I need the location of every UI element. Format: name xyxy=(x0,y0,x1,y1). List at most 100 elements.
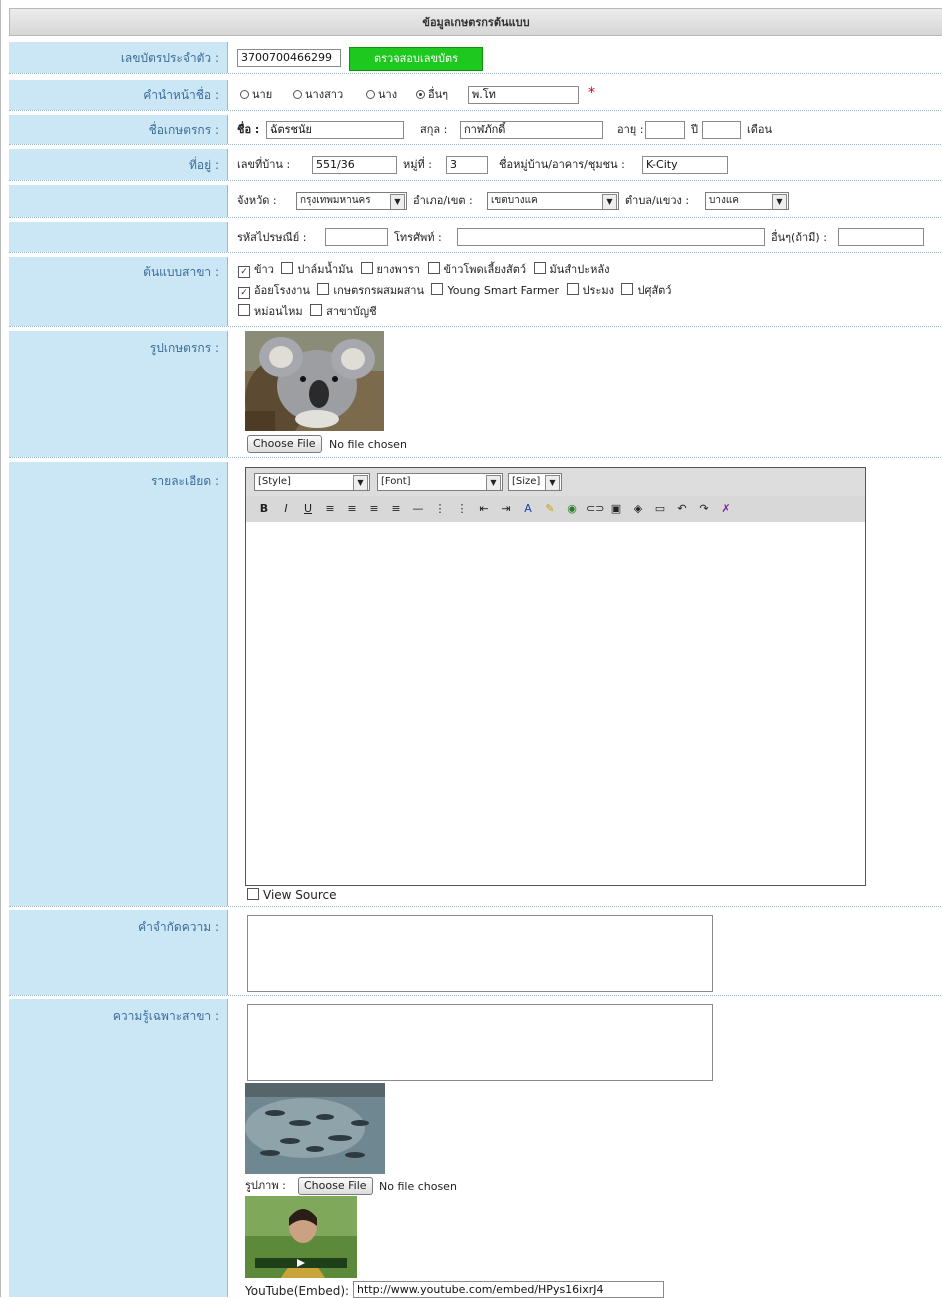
prefix-option-label: นางสาว xyxy=(305,88,344,101)
ordered-list-icon[interactable]: ⋮ xyxy=(432,501,448,517)
check-id-button[interactable]: ตรวจสอบเลขบัตร xyxy=(349,47,483,71)
checkbox-icon xyxy=(360,262,373,274)
italic-icon[interactable]: I xyxy=(278,501,294,517)
province-select[interactable]: กรุงเทพมหานคร ▼ xyxy=(296,192,407,210)
indent-icon[interactable]: ⇥ xyxy=(498,501,514,517)
outdent-icon[interactable]: ⇤ xyxy=(476,501,492,517)
detail-label: รายละเอียด : xyxy=(9,462,227,906)
id-card-row: เลขบัตรประจำตัว : 3700700466299 ตรวจสอบเ… xyxy=(9,42,942,74)
branch-option-label: หม่อนไหม xyxy=(254,305,303,318)
prefix-other-input[interactable]: พ.โท xyxy=(468,86,579,104)
prefix-option-mrs[interactable]: นาง xyxy=(366,88,397,102)
checkbox-icon xyxy=(281,262,294,274)
checkbox-icon xyxy=(247,888,259,900)
branch-option-rice[interactable]: ✓ ข้าว xyxy=(238,263,274,278)
knowledge-textarea[interactable] xyxy=(247,1004,713,1081)
prefix-option-miss[interactable]: นางสาว xyxy=(293,88,343,102)
first-name-input[interactable]: ฉัตรชนัย xyxy=(266,121,404,139)
align-justify-icon[interactable]: ≡ xyxy=(388,501,404,517)
checkbox-checked-icon: ✓ xyxy=(238,266,250,278)
years-label: ปี xyxy=(691,123,698,136)
remove-format-icon[interactable]: ✗ xyxy=(718,501,734,517)
checkbox-icon xyxy=(533,262,546,274)
prefix-option-label: อื่นๆ xyxy=(428,88,449,101)
branch-option-sugarcane[interactable]: ✓ อ้อยโรงงาน xyxy=(238,284,310,299)
editor-content-area[interactable] xyxy=(246,522,865,885)
tagline-textarea[interactable] xyxy=(247,915,713,992)
age-years-input[interactable] xyxy=(645,121,685,139)
web-icon[interactable]: ◉ xyxy=(564,501,580,517)
branch-option-accounting[interactable]: สาขาบัญชี xyxy=(310,304,377,318)
box-icon[interactable]: ▭ xyxy=(652,501,668,517)
undo-icon[interactable]: ↶ xyxy=(674,501,690,517)
photo-row: รูปเกษตรกร : Choose File No file chosen xyxy=(9,331,942,458)
subdistrict-select[interactable]: บางแค ▼ xyxy=(705,192,789,210)
photo-label: รูปเกษตรกร : xyxy=(9,331,227,457)
knowledge-image-fish xyxy=(245,1083,385,1174)
phone-input[interactable] xyxy=(457,228,765,246)
branch-option-livestock[interactable]: ปศุสัตว์ xyxy=(621,283,671,297)
house-no-input[interactable]: 551/36 xyxy=(312,156,397,174)
size-select[interactable]: [Size] ▼ xyxy=(508,473,562,491)
knowledge-file-status: No file chosen xyxy=(379,1180,457,1193)
address-region-label-cell xyxy=(9,185,227,217)
editor-toolbar-buttons: B I U ≡ ≡ ≡ ≡ — ⋮ ⋮ ⇤ ⇥ A ✎ ◉ ⊂⊃ ▣ ◈ ▭ ↶ ↷ ✗ xyxy=(246,496,865,523)
photo-choose-file-button[interactable]: Choose File xyxy=(247,435,322,453)
branch-option-mixed[interactable]: เกษตรกรผสมผสาน xyxy=(317,283,424,297)
unordered-list-icon[interactable]: ⋮ xyxy=(454,501,470,517)
branch-option-label: ประมง xyxy=(582,284,614,297)
branch-option-fishery[interactable]: ประมง xyxy=(566,283,614,297)
postal-input[interactable] xyxy=(325,228,388,246)
branch-option-label: ข้าว xyxy=(254,263,274,276)
subdistrict-label: ตำบล/แขวง : xyxy=(625,194,690,207)
underline-icon[interactable]: U xyxy=(300,501,316,517)
font-select[interactable]: [Font] ▼ xyxy=(377,473,503,491)
prefix-option-other[interactable]: อื่นๆ xyxy=(416,88,448,102)
redo-icon[interactable]: ↷ xyxy=(696,501,712,517)
address-region-row: จังหวัด : กรุงเทพมหานคร ▼ อำเภอ/เขต : เขต… xyxy=(9,185,942,218)
branch-option-rubber[interactable]: ยางพารา xyxy=(360,262,421,276)
branch-option-silk[interactable]: หม่อนไหม xyxy=(238,304,303,318)
branch-option-cassava[interactable]: มันสำปะหลัง xyxy=(533,262,609,276)
table-icon[interactable]: ◈ xyxy=(630,501,646,517)
branch-option-corn[interactable]: ข้าวโพดเลี้ยงสัตว์ xyxy=(427,262,526,276)
id-card-input[interactable]: 3700700466299 xyxy=(237,49,341,67)
branch-option-palm[interactable]: ปาล์มน้ำมัน xyxy=(281,262,353,276)
chevron-down-icon: ▼ xyxy=(545,475,560,490)
months-label: เดือน xyxy=(747,123,773,136)
village-input[interactable]: K-City xyxy=(642,156,728,174)
first-name-label: ชื่อ : xyxy=(237,123,260,136)
last-name-input[interactable]: กาฬภักดิ์ xyxy=(460,121,603,139)
other-contact-input[interactable] xyxy=(838,228,924,246)
farmer-name-label: ชื่อเกษตรกร : xyxy=(9,115,227,144)
horizontal-rule-icon[interactable]: — xyxy=(410,501,426,517)
align-center-icon[interactable]: ≡ xyxy=(344,501,360,517)
view-source-toggle[interactable]: View Source xyxy=(247,888,337,902)
moo-input[interactable]: 3 xyxy=(446,156,488,174)
branch-option-label: Young Smart Farmer xyxy=(447,284,560,297)
province-label: จังหวัด : xyxy=(237,194,277,207)
branch-option-label: ยางพารา xyxy=(376,263,421,276)
district-label: อำเภอ/เขต : xyxy=(413,194,473,207)
font-color-icon[interactable]: A xyxy=(520,501,536,517)
image-icon[interactable]: ▣ xyxy=(608,501,624,517)
tagline-row: คำจำกัดความ : xyxy=(9,910,942,996)
style-select[interactable]: [Style] ▼ xyxy=(254,473,370,491)
age-months-input[interactable] xyxy=(702,121,741,139)
branch-option-label: สาขาบัญชี xyxy=(326,305,377,318)
highlight-icon[interactable]: ✎ xyxy=(542,501,558,517)
district-select[interactable]: เขตบางแค ▼ xyxy=(487,192,619,210)
align-right-icon[interactable]: ≡ xyxy=(366,501,382,517)
branch-option-ysf[interactable]: Young Smart Farmer xyxy=(431,283,560,297)
knowledge-image-label: รูปภาพ : xyxy=(245,1179,286,1192)
bold-icon[interactable]: B xyxy=(256,501,272,517)
prefix-option-mr[interactable]: นาย xyxy=(240,88,272,102)
knowledge-choose-file-button[interactable]: Choose File xyxy=(298,1177,373,1195)
prefix-option-label: นาย xyxy=(252,88,273,101)
checkbox-checked-icon: ✓ xyxy=(238,287,250,299)
align-left-icon[interactable]: ≡ xyxy=(322,501,338,517)
district-value: เขตบางแค xyxy=(491,195,538,206)
branch-option-label: เกษตรกรผสมผสาน xyxy=(333,284,424,297)
link-icon[interactable]: ⊂⊃ xyxy=(586,501,604,517)
youtube-embed-input[interactable]: http://www.youtube.com/embed/HPys16ixrJ4 xyxy=(353,1281,664,1298)
